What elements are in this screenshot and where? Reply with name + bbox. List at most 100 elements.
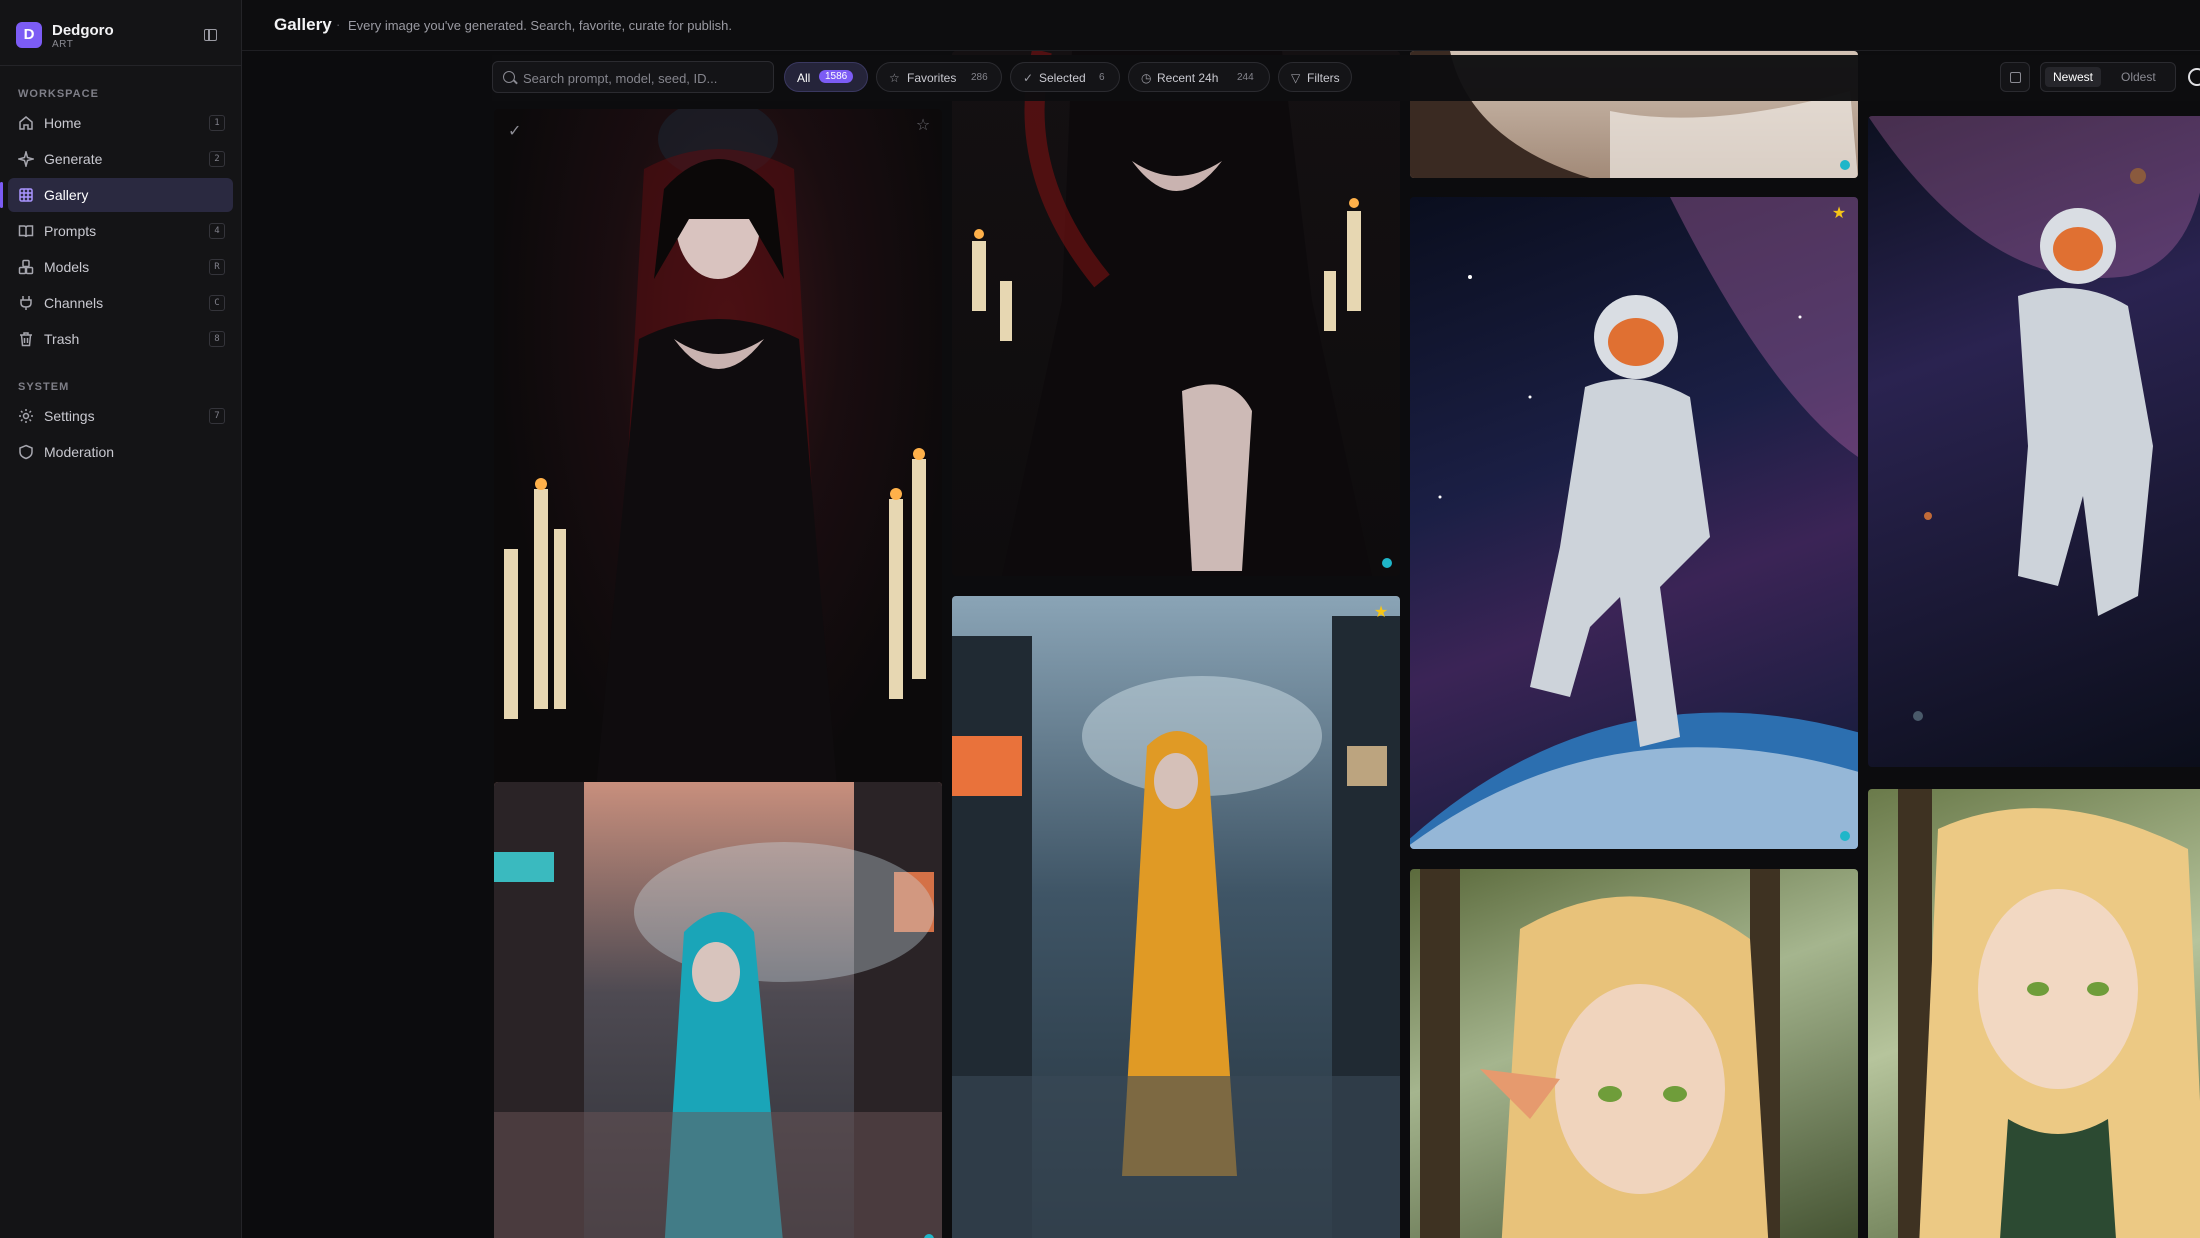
gallery-card[interactable]: ★ <box>1410 197 1858 849</box>
gallery-card[interactable] <box>1868 789 2200 1238</box>
image-thumbnail <box>1898 789 2200 1238</box>
sort-toggle: Newest Oldest <box>2040 62 2176 92</box>
page-subtitle: Every image you've generated. Search, fa… <box>348 18 733 33</box>
sidebar-item-label: Settings <box>44 408 95 424</box>
sparkles-icon <box>18 151 34 167</box>
clock-icon: ◷ <box>1141 71 1152 85</box>
date-picker-button[interactable] <box>2000 62 2030 92</box>
chip-label: Favorites <box>907 71 957 85</box>
title-separator: · <box>336 17 341 32</box>
status-dot <box>924 1234 934 1238</box>
image-thumbnail <box>1868 116 2200 721</box>
filter-chip-all[interactable]: All 1586 <box>784 62 868 92</box>
sidebar-item-settings[interactable]: Settings 7 <box>8 399 233 433</box>
chip-count: 1586 <box>819 70 854 83</box>
gallery-card[interactable]: ✓ ☆ <box>494 109 942 815</box>
favorite-star-icon[interactable]: ★ <box>1372 604 1390 622</box>
shortcut-badge: 7 <box>209 408 225 424</box>
sidebar-item-prompts[interactable]: Prompts 4 <box>8 214 233 248</box>
filter-chip-selected[interactable]: ✓ Selected 6 <box>1010 62 1120 92</box>
sidebar-item-home[interactable]: Home 1 <box>8 106 233 140</box>
gallery-card[interactable] <box>952 51 1400 576</box>
status-dot <box>1382 558 1392 568</box>
sidebar-item-moderation[interactable]: Moderation <box>8 435 233 469</box>
sidebar-item-label: Channels <box>44 295 104 311</box>
sidebar-item-label: Home <box>44 115 82 131</box>
sidebar-divider <box>0 65 242 66</box>
book-icon <box>18 225 34 238</box>
sidebar-collapse-button[interactable] <box>200 24 222 46</box>
chip-label: All <box>797 71 811 85</box>
check-icon: ✓ <box>1023 71 1034 85</box>
sidebar-item-label: Generate <box>44 151 103 167</box>
image-thumbnail <box>1420 869 1780 1238</box>
grid-icon <box>19 188 33 202</box>
sidebar-item-label: Prompts <box>44 223 97 239</box>
brand-name: Dedgoro <box>52 22 114 39</box>
gear-icon <box>19 409 33 423</box>
search-box[interactable] <box>492 61 774 93</box>
sidebar-item-channels[interactable]: Channels C <box>8 286 233 320</box>
chip-count: 286 <box>971 72 988 83</box>
cubes-icon <box>18 259 34 275</box>
shortcut-badge: 8 <box>209 331 225 347</box>
calendar-icon <box>2010 72 2021 83</box>
image-thumbnail <box>504 109 926 809</box>
gallery-card[interactable]: ★ <box>952 596 1400 1238</box>
gallery-card[interactable] <box>494 782 942 1238</box>
shortcut-badge: 1 <box>209 115 225 131</box>
gallery-card[interactable] <box>1868 116 2200 767</box>
gallery-card[interactable] <box>1410 869 1858 1238</box>
brand-subtitle: ART <box>52 39 74 50</box>
chip-count: 244 <box>1237 72 1254 83</box>
chip-label: Selected <box>1039 71 1086 85</box>
sidebar-item-trash[interactable]: Trash 8 <box>8 322 233 356</box>
shortcut-badge: 2 <box>209 151 225 167</box>
sidebar-toggle-icon <box>204 29 217 41</box>
sidebar-item-gallery[interactable]: Gallery <box>0 178 233 212</box>
filter-toolbar: All 1586 ☆ Favorites 286 ✓ Selected 6 ◷ … <box>492 55 2200 101</box>
sort-newest-option[interactable]: Newest <box>2045 67 2102 87</box>
sidebar-item-label: Moderation <box>44 444 115 460</box>
plug-icon <box>20 296 32 310</box>
brand-logo: D <box>16 22 42 48</box>
shield-icon <box>19 444 33 460</box>
select-checkbox[interactable]: ✓ <box>508 121 521 141</box>
search-input[interactable] <box>523 68 763 88</box>
sidebar-item-models[interactable]: Models R <box>8 250 233 284</box>
status-dot <box>1840 160 1850 170</box>
chip-label: Filters <box>1307 71 1340 85</box>
shortcut-badge: R <box>209 259 225 275</box>
image-thumbnail <box>494 782 942 1238</box>
favorite-star-icon[interactable]: ★ <box>1830 205 1848 223</box>
shortcut-badge: 4 <box>209 223 225 239</box>
favorite-star-icon[interactable]: ☆ <box>914 117 932 135</box>
chip-label: Recent 24h <box>1157 71 1219 85</box>
star-icon: ☆ <box>889 71 900 85</box>
page-header: Gallery · Every image you've generated. … <box>242 0 2200 51</box>
sidebar-item-label: Models <box>44 259 90 275</box>
home-icon <box>19 116 33 130</box>
filter-icon: ▽ <box>1291 71 1301 85</box>
brand[interactable]: D Dedgoro ART <box>16 22 226 50</box>
gallery-grid: ✓ ☆ ★ ★ Search prompt, model, seed, ID..… <box>242 51 2200 1238</box>
filter-chip-favorites[interactable]: ☆ Favorites 286 <box>876 62 1002 92</box>
image-thumbnail <box>972 51 1372 576</box>
chip-count: 6 <box>1099 72 1105 83</box>
sidebar-item-label: Gallery <box>44 187 89 203</box>
filter-chip-recent[interactable]: ◷ Recent 24h 244 <box>1128 62 1270 92</box>
sort-oldest-option[interactable]: Oldest <box>2113 67 2164 87</box>
sidebar-item-label: Trash <box>44 331 80 347</box>
shortcut-badge: C <box>209 295 225 311</box>
trash-icon <box>20 332 32 347</box>
sidebar-item-generate[interactable]: Generate 2 <box>8 142 233 176</box>
section-label-workspace: WORKSPACE <box>18 88 99 100</box>
section-label-system: SYSTEM <box>18 381 70 393</box>
sidebar: D Dedgoro ART WORKSPACE Home 1 Generate … <box>0 0 242 1238</box>
view-toggle-icon[interactable] <box>2188 68 2200 86</box>
status-dot <box>1840 831 1850 841</box>
filters-button[interactable]: ▽ Filters <box>1278 62 1352 92</box>
image-thumbnail <box>1410 197 1858 849</box>
search-icon <box>503 71 515 83</box>
page-title: Gallery <box>274 15 332 34</box>
